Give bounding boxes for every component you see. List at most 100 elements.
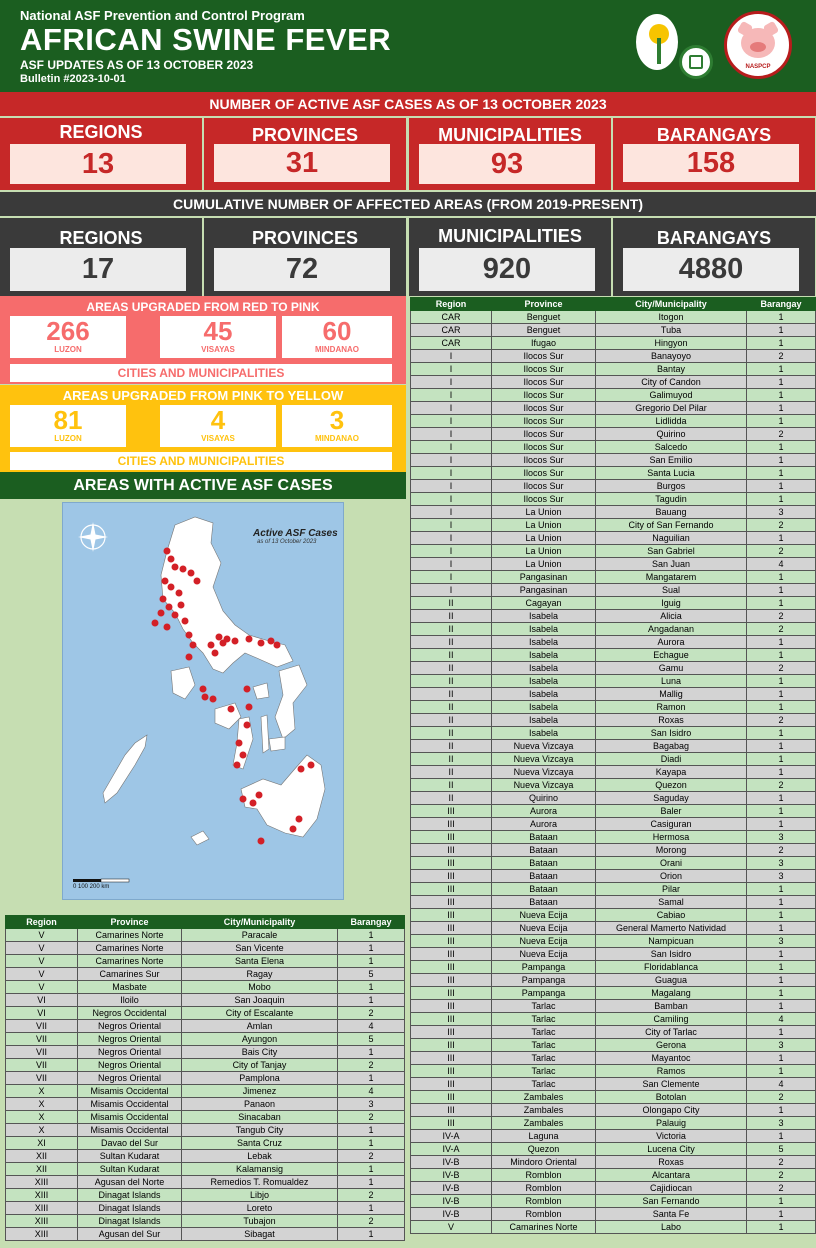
barangay-cell: 3 (746, 869, 816, 883)
region-cell: I (410, 401, 492, 415)
region-cell: X (5, 1097, 78, 1111)
province-cell: Quezon (491, 1142, 596, 1156)
province-cell: Zambales (491, 1103, 596, 1117)
province-cell: Isabela (491, 609, 596, 623)
barangay-cell: 2 (746, 544, 816, 558)
province-cell: Pampanga (491, 973, 596, 987)
table-row: II Isabela Roxas 2 (410, 713, 816, 727)
region-cell: V (5, 928, 78, 942)
city-cell: Guagua (595, 973, 747, 987)
city-cell: Gregorio Del Pilar (595, 401, 747, 415)
city-cell: Bauang (595, 505, 747, 519)
barangay-cell: 1 (337, 1175, 405, 1189)
table-row: V Camarines Norte San Vicente 1 (5, 941, 405, 955)
active-cases-table-right: Region Province City/Municipality Barang… (410, 297, 816, 1234)
barangay-cell: 1 (746, 479, 816, 493)
region-cell: IV-B (410, 1194, 492, 1208)
city-cell: Casiguran (595, 817, 747, 831)
region-cell: I (410, 492, 492, 506)
col-barangay: Barangay (746, 297, 816, 311)
barangay-cell: 2 (337, 1214, 405, 1228)
map-graphic (73, 516, 326, 883)
region-cell: III (410, 934, 492, 948)
table-row: I La Union City of San Fernando 2 (410, 518, 816, 532)
province-cell: Negros Oriental (77, 1032, 182, 1046)
table-row: X Misamis Occidental Sinacaban 2 (5, 1110, 405, 1124)
barangay-cell: 3 (337, 1097, 405, 1111)
city-cell: Ayungon (181, 1032, 338, 1046)
mindoro-island (170, 666, 196, 700)
barangay-cell: 1 (746, 531, 816, 545)
card-value: 4880 (623, 248, 799, 291)
city-cell: Burgos (595, 479, 747, 493)
province-cell: Pampanga (491, 986, 596, 1000)
province-cell: Benguet (491, 310, 596, 324)
active-regions-card: REGIONS 13 (0, 118, 202, 190)
table-row: II Nueva Vizcaya Quezon 2 (410, 778, 816, 792)
table-row: I Ilocos Sur Quirino 2 (410, 427, 816, 441)
province-cell: Cagayan (491, 596, 596, 610)
barangay-cell: 1 (746, 323, 816, 337)
table-row: III Bataan Hermosa 3 (410, 830, 816, 844)
region-cell: II (410, 713, 492, 727)
province-cell: Romblon (491, 1181, 596, 1195)
region-cell: II (410, 739, 492, 753)
card-label: BARANGAYS (656, 125, 772, 145)
region-cell: III (410, 1051, 492, 1065)
barangay-cell: 1 (337, 1201, 405, 1215)
province-cell: Isabela (491, 648, 596, 662)
table-row: XIII Dinagat Islands Tubajon 2 (5, 1214, 405, 1228)
region-cell: III (410, 882, 492, 896)
barangay-cell: 1 (746, 1194, 816, 1208)
pig-logo-icon: NASPCP (724, 11, 792, 79)
province-cell: Tarlac (491, 1025, 596, 1039)
pink-mindanao-count: 60 (322, 316, 352, 346)
table-row: V Camarines Norte Santa Elena 1 (5, 954, 405, 968)
city-cell: Kayapa (595, 765, 747, 779)
barangay-cell: 4 (746, 1077, 816, 1091)
areas-active-title: AREAS WITH ACTIVE ASF CASES (0, 472, 406, 499)
region-cell: III (410, 921, 492, 935)
table-row: III Pampanga Floridablanca 1 (410, 960, 816, 974)
province-cell: Ifugao (491, 336, 596, 350)
barangay-cell: 2 (746, 713, 816, 727)
pink-to-yellow-title: AREAS UPGRADED FROM PINK TO YELLOW (62, 388, 344, 403)
table-row: II Isabela Echague 1 (410, 648, 816, 662)
table-row: III Nueva Ecija Nampicuan 3 (410, 934, 816, 948)
region-cell: II (410, 635, 492, 649)
table-row: I Pangasinan Sual 1 (410, 583, 816, 597)
province-cell: Negros Oriental (77, 1045, 182, 1059)
city-cell: Itogon (595, 310, 747, 324)
table-row: XIII Dinagat Islands Loreto 1 (5, 1201, 405, 1215)
table-row: IV-B Romblon Santa Fe 1 (410, 1207, 816, 1221)
region-cell: XIII (5, 1214, 78, 1228)
region-cell: III (410, 1077, 492, 1091)
barangay-cell: 1 (337, 1162, 405, 1176)
province-cell: Romblon (491, 1168, 596, 1182)
region-cell: II (410, 791, 492, 805)
yellow-mindanao-label: MINDANAO (315, 434, 359, 443)
region-cell: III (410, 1064, 492, 1078)
region-cell: III (410, 1038, 492, 1052)
table-row: X Misamis Occidental Panaon 3 (5, 1097, 405, 1111)
region-cell: IV-A (410, 1129, 492, 1143)
province-cell: Nueva Ecija (491, 921, 596, 935)
region-cell: V (410, 1220, 492, 1234)
barangay-cell: 1 (746, 882, 816, 896)
city-cell: Ramon (595, 700, 747, 714)
city-cell: Hermosa (595, 830, 747, 844)
city-cell: Gerona (595, 1038, 747, 1052)
province-cell: Negros Oriental (77, 1058, 182, 1072)
city-cell: Bantay (595, 362, 747, 376)
red-to-pink-title: AREAS UPGRADED FROM RED TO PINK (86, 300, 320, 314)
table-row: III Tarlac City of Tarlac 1 (410, 1025, 816, 1039)
card-value: 920 (419, 248, 595, 291)
table-row: XIII Agusan del Sur Sibagat 1 (5, 1227, 405, 1241)
table-row: I La Union Naguilian 1 (410, 531, 816, 545)
province-cell: Misamis Occidental (77, 1123, 182, 1137)
city-cell: Roxas (595, 713, 747, 727)
province-cell: Ilocos Sur (491, 427, 596, 441)
region-cell: II (410, 596, 492, 610)
table-row: XII Sultan Kudarat Kalamansig 1 (5, 1162, 405, 1176)
barangay-cell: 1 (746, 453, 816, 467)
